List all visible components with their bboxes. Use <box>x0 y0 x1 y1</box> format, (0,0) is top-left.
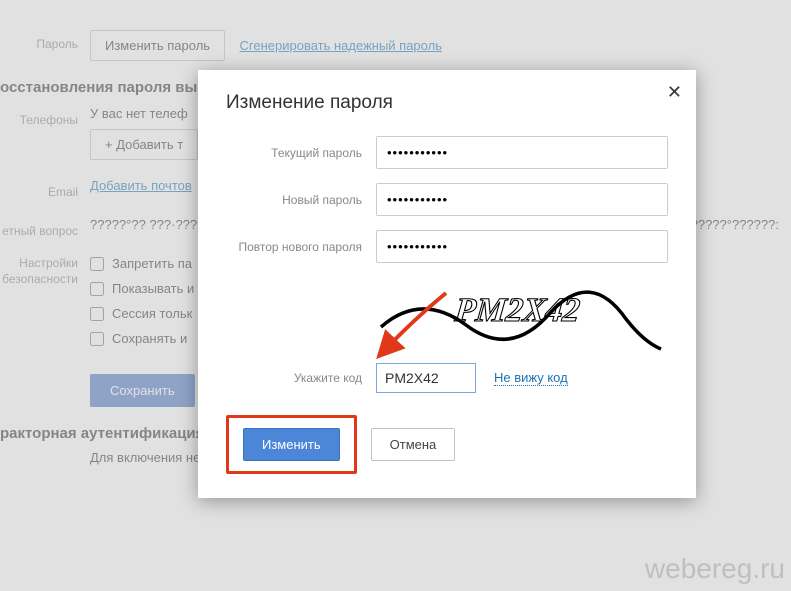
repeat-password-label: Повтор нового пароля <box>226 240 376 254</box>
password-label: Пароль <box>0 30 90 51</box>
email-label: Email <box>0 178 90 199</box>
checkbox-2[interactable] <box>90 282 104 296</box>
watermark: webereg.ru <box>645 553 785 585</box>
captcha-code-input[interactable] <box>376 363 476 393</box>
save-button[interactable]: Сохранить <box>90 374 195 407</box>
captcha-image: PM2X42 <box>376 277 666 357</box>
checkbox-label-2: Показывать и <box>112 281 194 296</box>
new-password-label: Новый пароль <box>226 193 376 207</box>
svg-text:PM2X42: PM2X42 <box>452 292 582 329</box>
checkbox-1[interactable] <box>90 257 104 271</box>
code-label: Укажите код <box>226 371 376 385</box>
modal-title: Изменение пароля <box>226 92 668 114</box>
current-password-input[interactable] <box>376 136 668 169</box>
cancel-button[interactable]: Отмена <box>371 428 456 461</box>
checkbox-4[interactable] <box>90 332 104 346</box>
add-phone-button[interactable]: + Добавить т <box>90 129 198 160</box>
close-icon[interactable]: ✕ <box>667 82 682 103</box>
change-button-highlight: Изменить <box>226 415 357 474</box>
change-button[interactable]: Изменить <box>243 428 340 461</box>
add-email-link[interactable]: Добавить почтов <box>90 178 192 193</box>
secret-question-label: етный вопрос <box>0 217 90 238</box>
phones-label: Телефоны <box>0 106 90 127</box>
checkbox-3[interactable] <box>90 307 104 321</box>
change-password-modal: ✕ Изменение пароля Текущий пароль Новый … <box>198 70 696 498</box>
checkbox-label-4: Сохранять и <box>112 331 187 346</box>
refresh-captcha-link[interactable]: Не вижу код <box>494 370 568 386</box>
repeat-password-input[interactable] <box>376 230 668 263</box>
generate-password-link[interactable]: Сгенерировать надежный пароль <box>240 38 442 53</box>
new-password-input[interactable] <box>376 183 668 216</box>
current-password-label: Текущий пароль <box>226 146 376 160</box>
checkbox-label-1: Запретить па <box>112 256 192 271</box>
checkbox-label-3: Сессия тольк <box>112 306 192 321</box>
change-password-button[interactable]: Изменить пароль <box>90 30 225 61</box>
security-settings-label: Настройки безопасности <box>0 256 90 287</box>
